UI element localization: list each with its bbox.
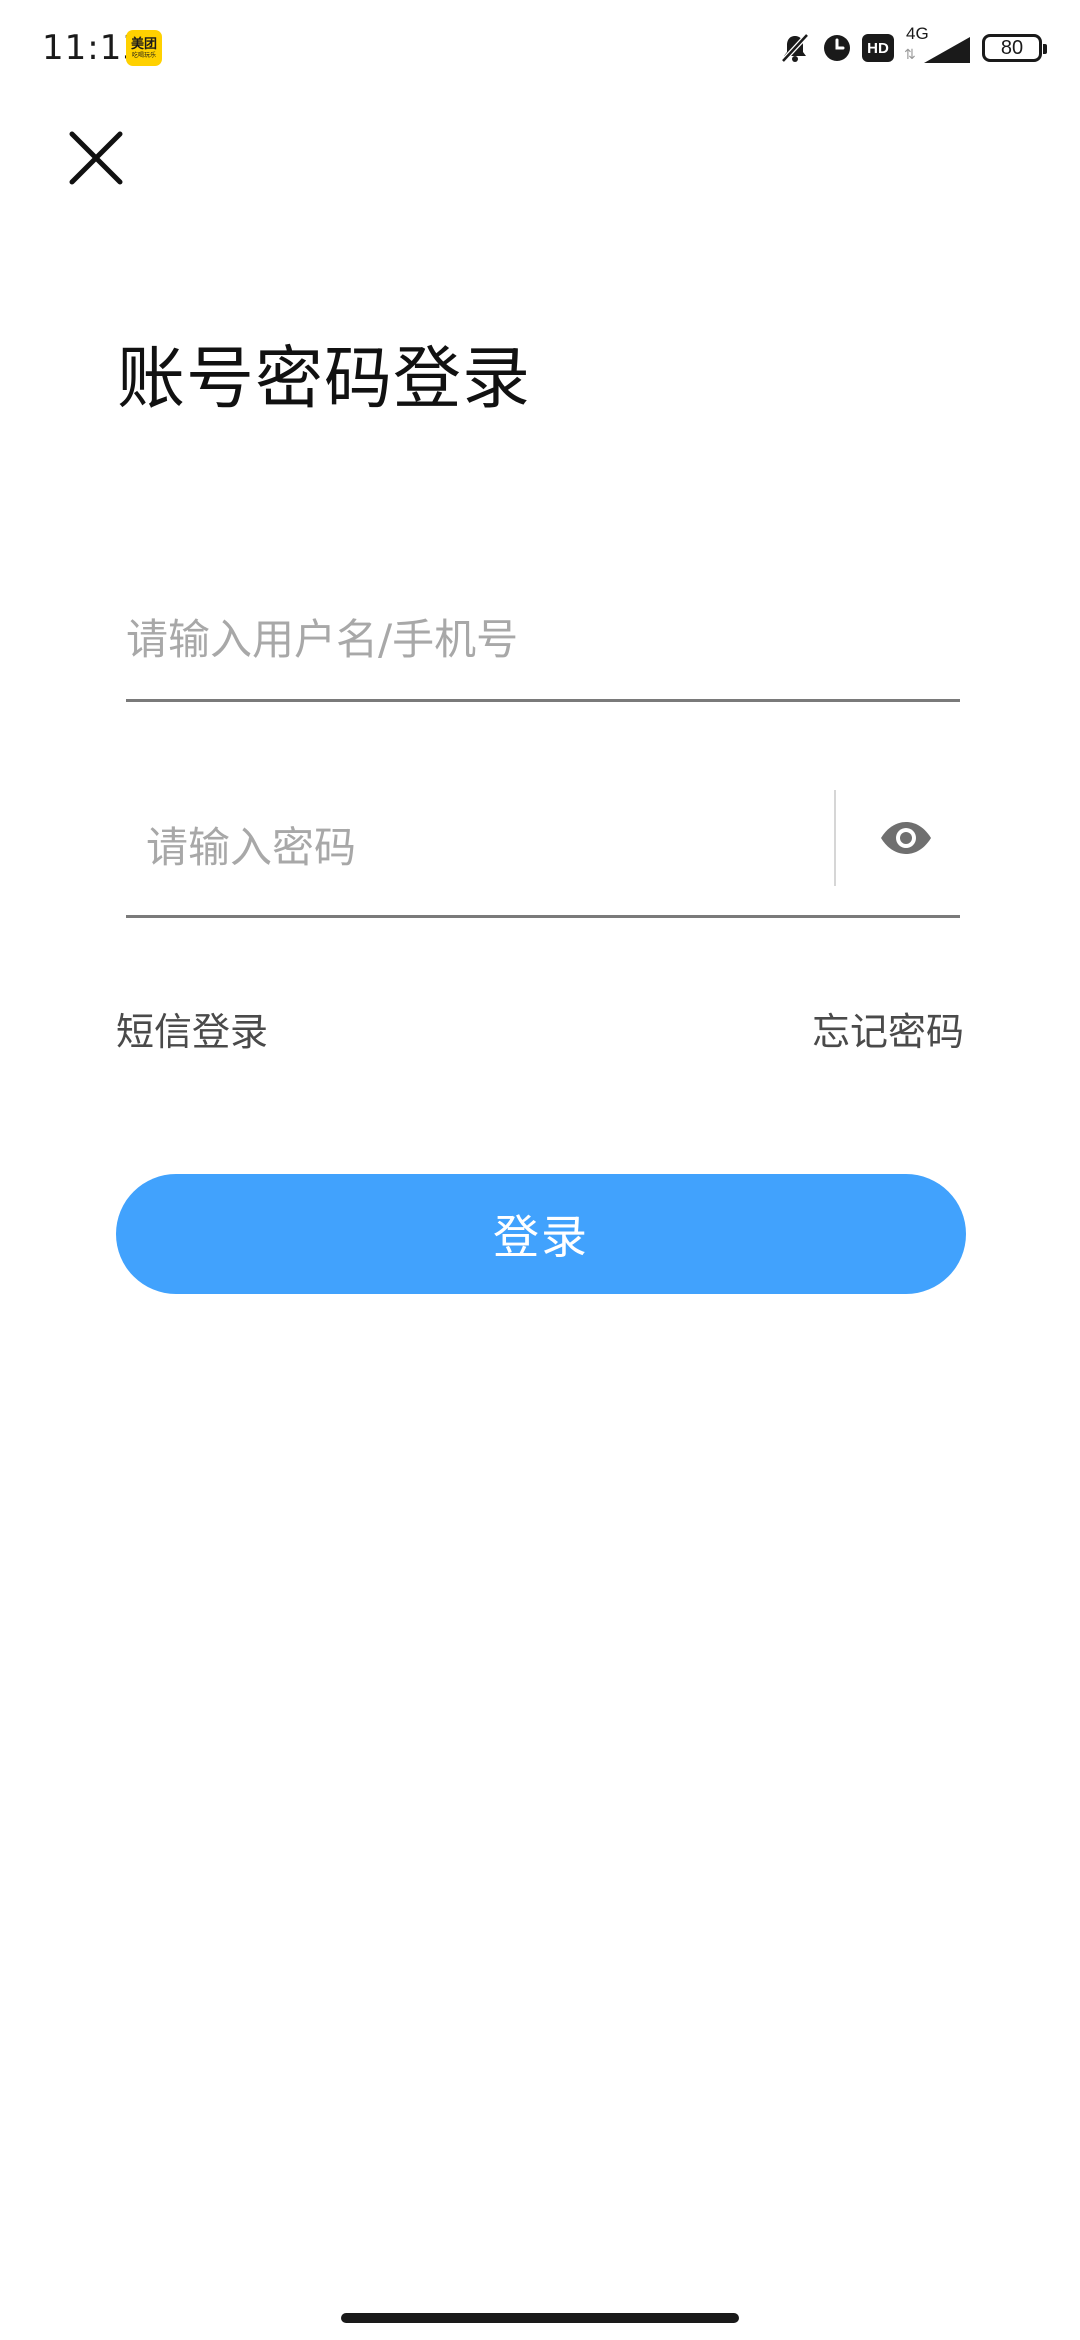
show-password-button[interactable] bbox=[852, 800, 960, 876]
app-badge-main: 美团 bbox=[130, 37, 157, 52]
password-divider bbox=[834, 790, 836, 886]
data-arrows-icon: ⇅ bbox=[904, 47, 916, 63]
eye-icon bbox=[881, 822, 931, 854]
password-input[interactable] bbox=[146, 780, 836, 915]
hd-icon: HD bbox=[862, 34, 894, 62]
login-button[interactable]: 登录 bbox=[116, 1174, 966, 1294]
battery-level: 80 bbox=[1000, 36, 1024, 59]
close-button[interactable] bbox=[60, 122, 132, 194]
home-indicator[interactable] bbox=[341, 2313, 739, 2323]
close-icon bbox=[69, 131, 123, 185]
status-icons: HD 4G ⇅ 80 bbox=[778, 24, 1047, 72]
username-field-container bbox=[126, 580, 960, 702]
login-button-label: 登录 bbox=[493, 1210, 589, 1264]
meituan-app-icon: 美团 吃喝玩乐 bbox=[126, 30, 162, 66]
app-badge-sub: 吃喝玩乐 bbox=[131, 52, 156, 59]
username-input[interactable] bbox=[126, 580, 960, 699]
status-bar: 11:13 美团 吃喝玩乐 HD 4G ⇅ 80 bbox=[0, 0, 1080, 96]
forgot-password-link[interactable]: 忘记密码 bbox=[812, 1004, 964, 1060]
sms-login-link[interactable]: 短信登录 bbox=[116, 1004, 268, 1060]
battery-icon: 80 bbox=[982, 34, 1047, 62]
page-title: 账号密码登录 bbox=[117, 340, 532, 419]
alarm-clock-icon bbox=[822, 33, 852, 63]
mute-bell-icon bbox=[778, 31, 812, 65]
password-field-container bbox=[126, 780, 960, 918]
signal-icon: 4G ⇅ bbox=[904, 24, 972, 68]
